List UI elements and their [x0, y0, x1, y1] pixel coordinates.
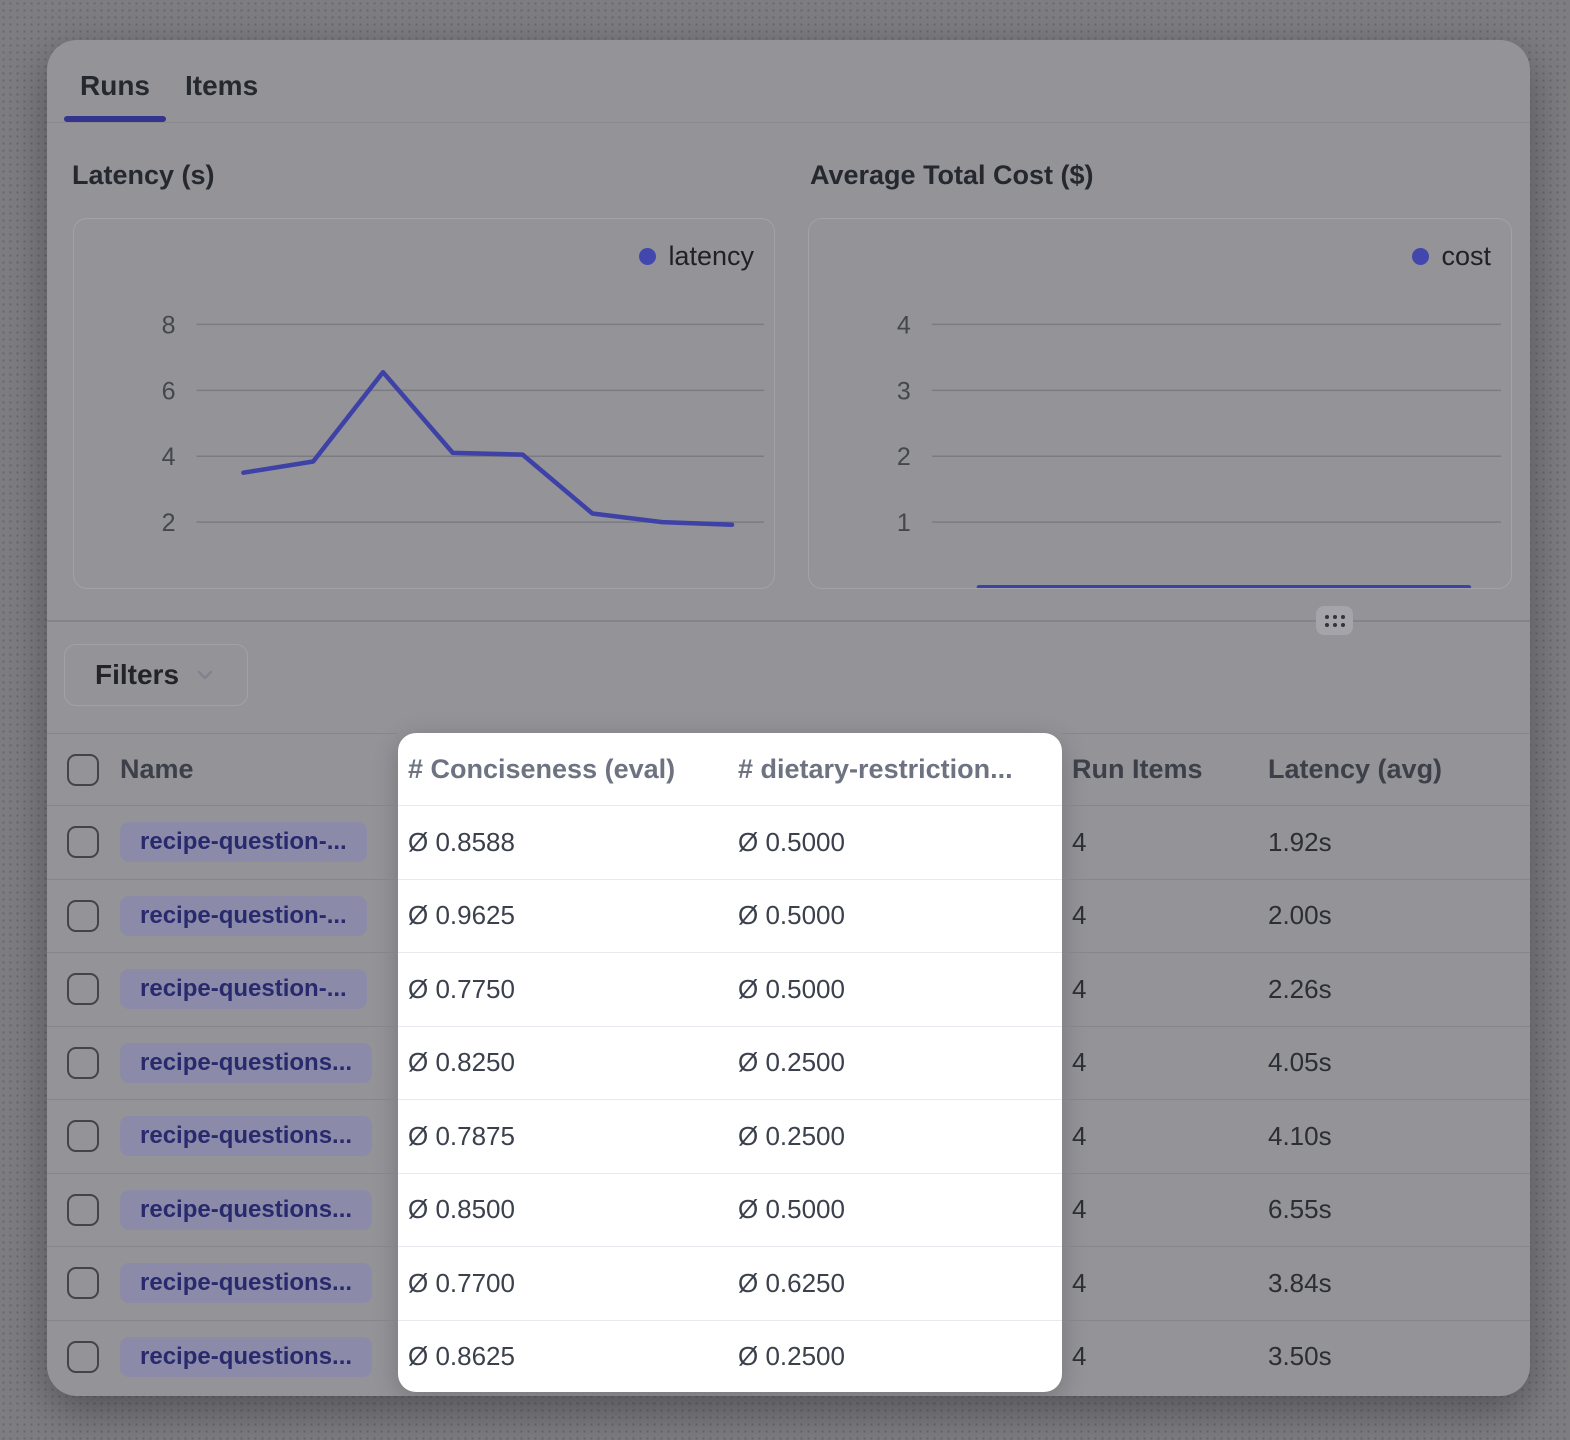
run-items-value: 4: [1062, 1320, 1258, 1394]
row-checkbox[interactable]: [67, 1267, 99, 1299]
svg-text:2: 2: [897, 443, 911, 471]
cost-chart: cost 1 2 3 4: [808, 218, 1512, 589]
latency-avg-value: 2.00s: [1258, 879, 1530, 953]
filters-button[interactable]: Filters: [64, 644, 248, 706]
conciseness-score-value: Ø 0.8250: [398, 1026, 728, 1100]
select-all-checkbox[interactable]: [67, 754, 99, 786]
chevron-down-icon: [193, 663, 217, 687]
svg-text:8: 8: [162, 311, 176, 339]
conciseness-score-value: Ø 0.8625: [398, 1320, 728, 1394]
tab-items[interactable]: Items: [185, 70, 258, 102]
row-checkbox[interactable]: [67, 1341, 99, 1373]
run-name-chip[interactable]: recipe-questions...: [120, 1116, 372, 1156]
svg-text:1: 1: [897, 509, 911, 537]
run-name-chip[interactable]: recipe-questions...: [120, 1043, 372, 1083]
svg-text:6: 6: [162, 377, 176, 405]
dietary-restriction-score-value: Ø 0.2500: [728, 1320, 1062, 1394]
run-items-value: 4: [1062, 1173, 1258, 1247]
run-name-chip[interactable]: recipe-questions...: [120, 1337, 372, 1377]
latency-avg-value: 4.05s: [1258, 1026, 1530, 1100]
latency-chart: latency 2 4 6 8: [73, 218, 775, 589]
section-divider: [47, 620, 1530, 622]
conciseness-score-value: Ø 0.8500: [398, 1173, 728, 1247]
conciseness-score-value: Ø 0.7750: [398, 952, 728, 1026]
dietary-restriction-score-value: Ø 0.5000: [728, 879, 1062, 953]
row-checkbox[interactable]: [67, 973, 99, 1005]
svg-text:4: 4: [162, 443, 176, 471]
latency-avg-value: 1.92s: [1258, 805, 1530, 879]
conciseness-score-value: Ø 0.7700: [398, 1246, 728, 1320]
column-header-run-items: Run Items: [1062, 733, 1258, 805]
dietary-restriction-score-value: Ø 0.2500: [728, 1026, 1062, 1100]
latency-chart-title: Latency (s): [72, 160, 215, 191]
dietary-restriction-score-value: Ø 0.2500: [728, 1099, 1062, 1173]
column-header-name: Name: [119, 733, 398, 805]
latency-avg-value: 6.55s: [1258, 1173, 1530, 1247]
dietary-restriction-score-value: Ø 0.5000: [728, 952, 1062, 1026]
run-name-chip[interactable]: recipe-question-...: [120, 969, 367, 1009]
table-row: recipe-questions... Ø 0.8500 Ø 0.5000 4 …: [47, 1173, 1530, 1247]
run-name-chip[interactable]: recipe-question-...: [120, 896, 367, 936]
column-header-latency-avg: Latency (avg): [1258, 733, 1530, 805]
table-body: recipe-question-... Ø 0.8588 Ø 0.5000 4 …: [47, 805, 1530, 1393]
row-checkbox[interactable]: [67, 1194, 99, 1226]
filters-button-label: Filters: [95, 659, 179, 691]
run-items-value: 4: [1062, 952, 1258, 1026]
table-row: recipe-questions... Ø 0.8625 Ø 0.2500 4 …: [47, 1320, 1530, 1394]
table-row: recipe-questions... Ø 0.8250 Ø 0.2500 4 …: [47, 1026, 1530, 1100]
latency-legend: latency: [639, 241, 754, 272]
latency-avg-value: 3.84s: [1258, 1246, 1530, 1320]
svg-text:3: 3: [897, 377, 911, 405]
table-row: recipe-questions... Ø 0.7700 Ø 0.6250 4 …: [47, 1246, 1530, 1320]
table-row: recipe-question-... Ø 0.8588 Ø 0.5000 4 …: [47, 805, 1530, 879]
run-items-value: 4: [1062, 1246, 1258, 1320]
conciseness-score-value: Ø 0.8588: [398, 805, 728, 879]
drag-handle[interactable]: [1316, 606, 1353, 635]
dietary-restriction-score-value: Ø 0.5000: [728, 1173, 1062, 1247]
column-header-conciseness: # Conciseness (eval): [398, 733, 728, 805]
run-items-value: 4: [1062, 879, 1258, 953]
row-checkbox[interactable]: [67, 1047, 99, 1079]
row-checkbox[interactable]: [67, 826, 99, 858]
column-header-dietary-restriction: # dietary-restriction...: [728, 733, 1062, 805]
row-checkbox[interactable]: [67, 900, 99, 932]
table-row: recipe-questions... Ø 0.7875 Ø 0.2500 4 …: [47, 1099, 1530, 1173]
latency-legend-label: latency: [668, 241, 754, 272]
tabs-divider: [47, 122, 1530, 123]
svg-text:2: 2: [162, 509, 176, 537]
latency-avg-value: 4.10s: [1258, 1099, 1530, 1173]
table-row: recipe-question-... Ø 0.9625 Ø 0.5000 4 …: [47, 879, 1530, 953]
dietary-restriction-score-value: Ø 0.5000: [728, 805, 1062, 879]
run-items-value: 4: [1062, 805, 1258, 879]
cost-legend-label: cost: [1441, 241, 1491, 272]
latency-avg-value: 3.50s: [1258, 1320, 1530, 1394]
run-items-value: 4: [1062, 1099, 1258, 1173]
latency-legend-dot-icon: [639, 248, 656, 265]
cost-legend-dot-icon: [1412, 248, 1429, 265]
cost-legend: cost: [1412, 241, 1491, 272]
tab-runs[interactable]: Runs: [80, 70, 150, 102]
page-background: Runs Items Latency (s) Average Total Cos…: [0, 0, 1570, 1440]
conciseness-score-value: Ø 0.9625: [398, 879, 728, 953]
svg-text:4: 4: [897, 311, 911, 339]
cost-chart-title: Average Total Cost ($): [810, 160, 1094, 191]
latency-avg-value: 2.26s: [1258, 952, 1530, 1026]
run-name-chip[interactable]: recipe-questions...: [120, 1190, 372, 1230]
runs-panel-card: Runs Items Latency (s) Average Total Cos…: [47, 40, 1530, 1396]
run-name-chip[interactable]: recipe-questions...: [120, 1263, 372, 1303]
conciseness-score-value: Ø 0.7875: [398, 1099, 728, 1173]
row-checkbox[interactable]: [67, 1120, 99, 1152]
table-row: recipe-question-... Ø 0.7750 Ø 0.5000 4 …: [47, 952, 1530, 1026]
run-items-value: 4: [1062, 1026, 1258, 1100]
dietary-restriction-score-value: Ø 0.6250: [728, 1246, 1062, 1320]
run-name-chip[interactable]: recipe-question-...: [120, 822, 367, 862]
runs-table: Name # Conciseness (eval) # dietary-rest…: [47, 733, 1530, 1393]
table-header-row: Name # Conciseness (eval) # dietary-rest…: [47, 733, 1530, 805]
